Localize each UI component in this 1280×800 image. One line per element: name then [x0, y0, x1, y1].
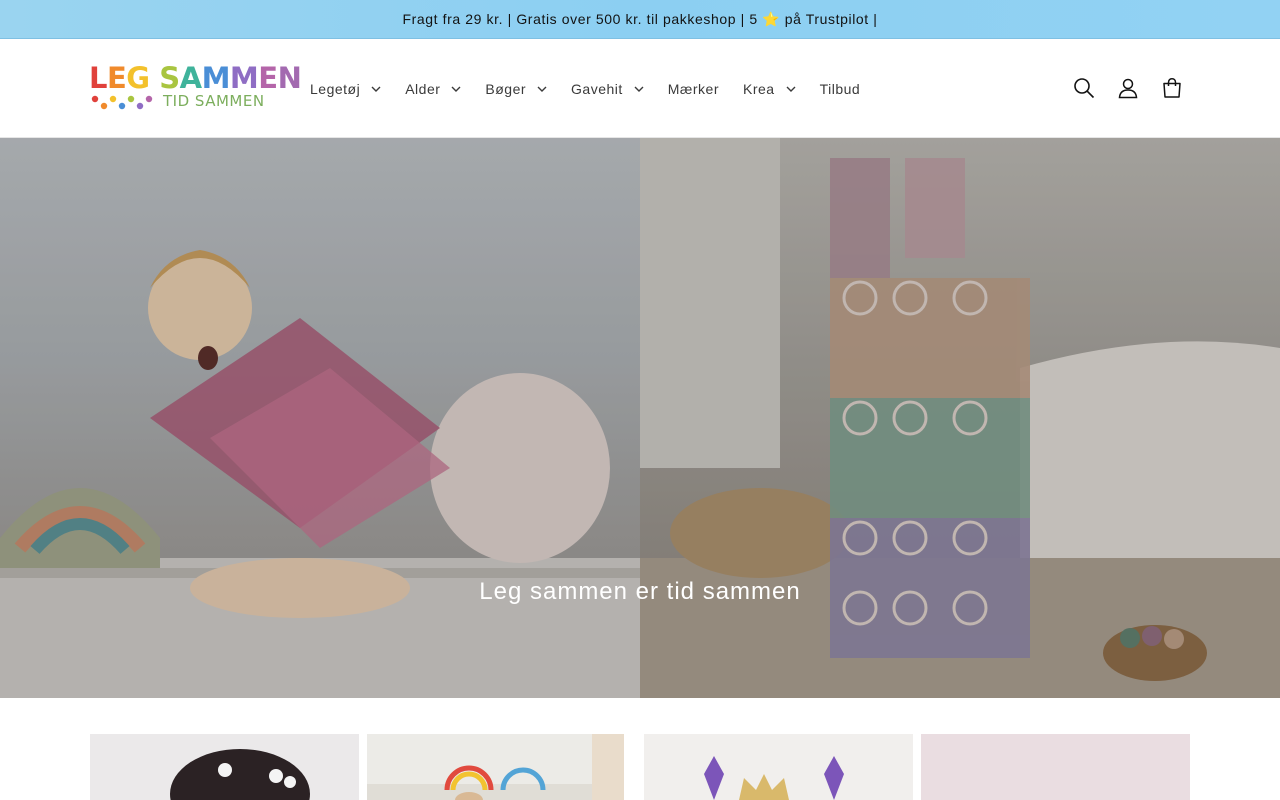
nav-item-krea[interactable]: Krea — [731, 69, 808, 109]
account-button[interactable] — [1106, 66, 1150, 110]
hero-title: Leg sammen er tid sammen — [479, 578, 801, 605]
main-nav: Legetøj Alder Bøger Gavehit Mærker Krea … — [298, 39, 872, 138]
collection-image — [367, 734, 624, 800]
nav-label: Gavehit — [571, 80, 623, 97]
nav-label: Bøger — [485, 80, 527, 97]
nav-label: Alder — [405, 80, 441, 97]
chevron-down-icon — [451, 86, 461, 92]
nav-label: Krea — [743, 80, 775, 97]
collection-card[interactable] — [644, 734, 913, 800]
hero-overlay — [0, 138, 1280, 698]
collection-card[interactable] — [921, 734, 1190, 800]
collection-grid — [90, 734, 1190, 800]
announcement-text: Fragt fra 29 kr. | Gratis over 500 kr. t… — [402, 10, 878, 27]
nav-item-gavehit[interactable]: Gavehit — [559, 69, 656, 109]
nav-item-maerker[interactable]: Mærker — [656, 69, 731, 109]
site-header: LEG SAMMEN TID SAMMEN Legetøj Alder Bøge… — [0, 39, 1280, 138]
collection-image — [644, 734, 913, 800]
search-button[interactable] — [1062, 66, 1106, 110]
collection-card[interactable] — [90, 734, 359, 800]
nav-label: Tilbud — [819, 80, 861, 97]
chevron-down-icon — [371, 86, 381, 92]
account-icon — [1118, 78, 1138, 99]
logo-dots-icon — [91, 95, 153, 110]
header-icons — [1062, 66, 1194, 110]
cart-icon — [1163, 78, 1181, 98]
nav-item-tilbud[interactable]: Tilbud — [808, 69, 873, 109]
logo[interactable]: LEG SAMMEN TID SAMMEN — [89, 64, 302, 112]
chevron-down-icon — [537, 86, 547, 92]
nav-label: Mærker — [667, 80, 719, 97]
hero-banner: Leg sammen er tid sammen — [0, 138, 1280, 698]
nav-item-boger[interactable]: Bøger — [473, 69, 559, 109]
nav-label: Legetøj — [310, 80, 361, 97]
cart-button[interactable] — [1150, 66, 1194, 110]
collection-image — [90, 734, 359, 800]
search-icon — [1074, 78, 1095, 99]
chevron-down-icon — [634, 86, 644, 92]
announcement-bar: Fragt fra 29 kr. | Gratis over 500 kr. t… — [0, 0, 1280, 39]
nav-item-legetoj[interactable]: Legetøj — [298, 69, 393, 109]
chevron-down-icon — [786, 86, 796, 92]
logo-tagline: TID SAMMEN — [163, 92, 265, 110]
nav-item-alder[interactable]: Alder — [393, 69, 473, 109]
collection-card[interactable] — [367, 734, 624, 800]
collection-image — [921, 734, 1190, 800]
logo-wordmark: LEG SAMMEN — [89, 61, 302, 95]
